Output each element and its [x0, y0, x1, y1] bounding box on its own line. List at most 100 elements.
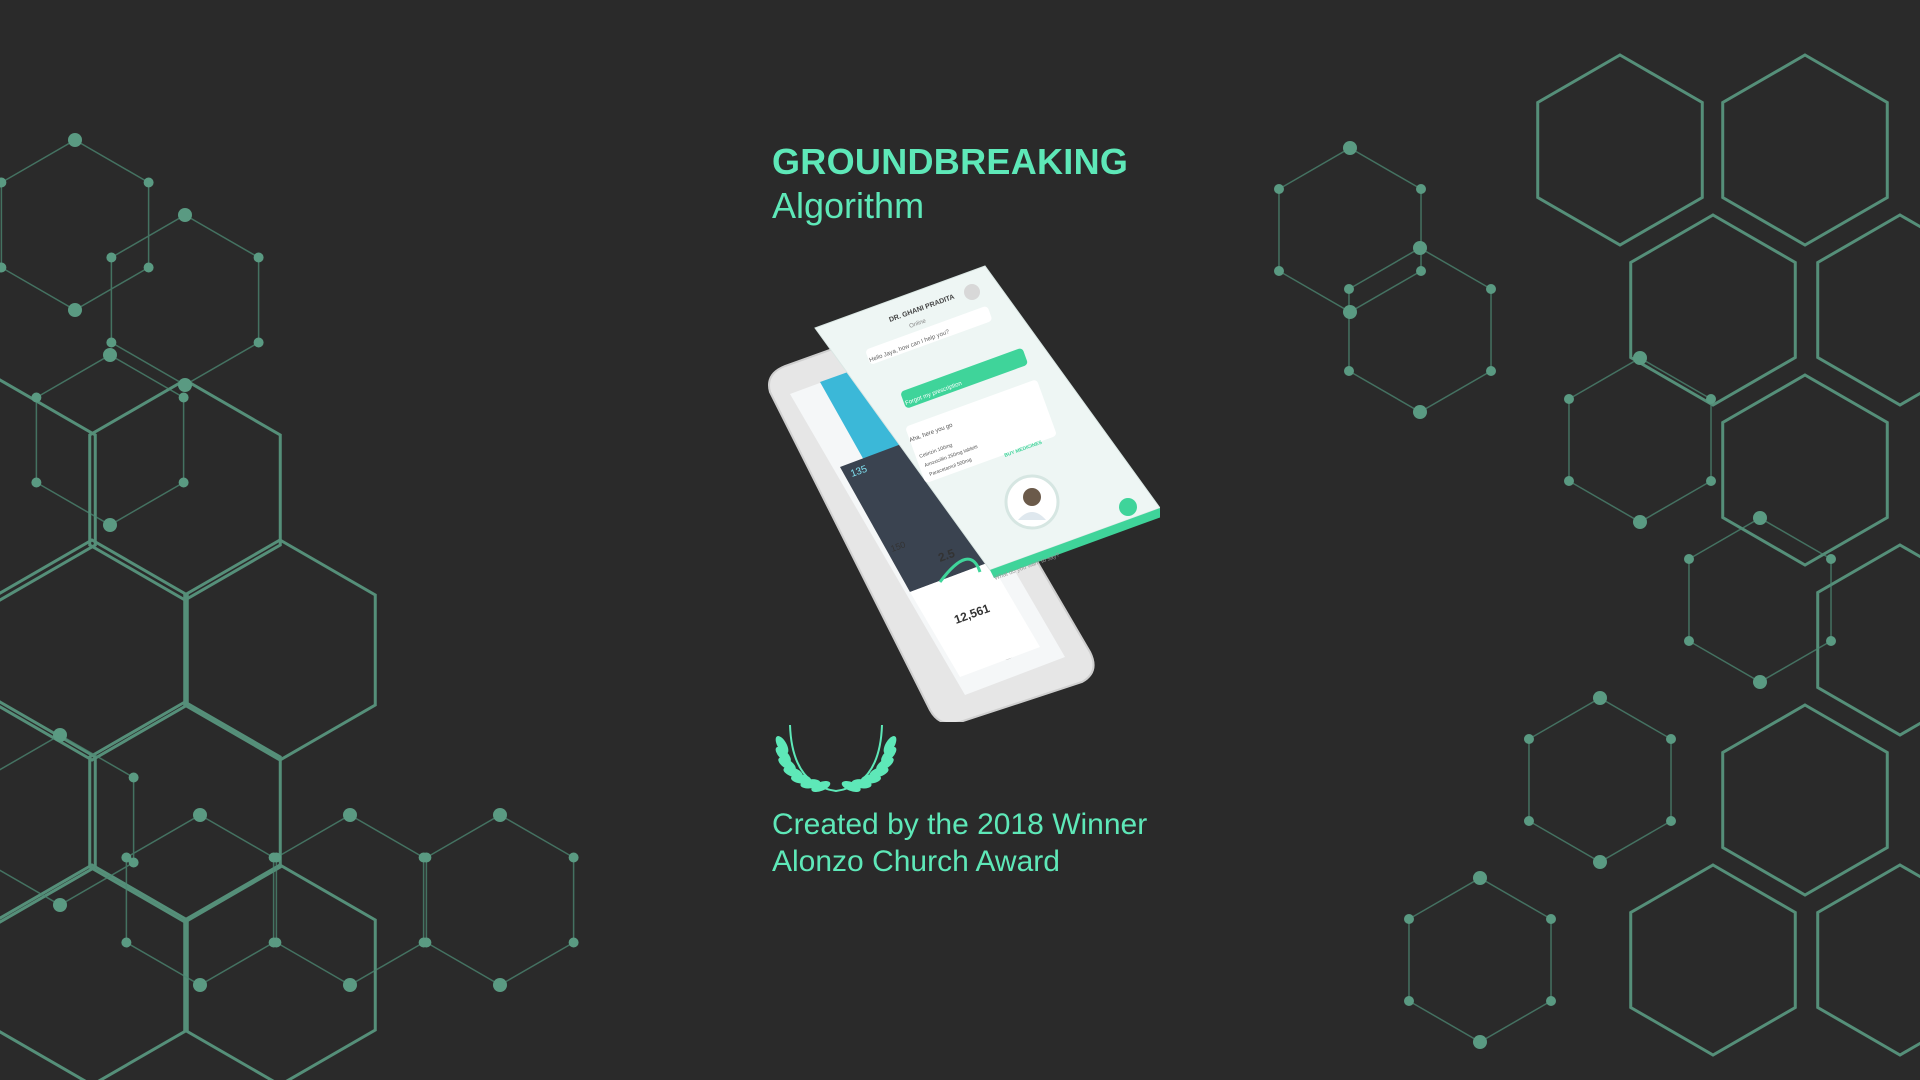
network-node: [1683, 636, 1694, 646]
hexagon-shape: [88, 700, 282, 924]
network-node: [1343, 305, 1357, 319]
network-node: [1273, 266, 1284, 276]
network-node: [493, 978, 507, 992]
hexagon-shape: [1629, 213, 1797, 407]
network-node: [1826, 554, 1837, 564]
network-node: [178, 378, 192, 392]
network-node: [1473, 1035, 1487, 1049]
hexagon-shape: [183, 538, 377, 762]
network-node: [178, 477, 189, 488]
network-node: [178, 392, 189, 403]
network-node: [178, 208, 192, 222]
send-icon: [1119, 498, 1137, 516]
doctor-avatar-small: [964, 284, 980, 300]
network-node: [128, 772, 139, 783]
network-node: [268, 852, 279, 863]
network-node: [1753, 511, 1767, 525]
network-node: [493, 808, 507, 822]
network-node: [421, 937, 432, 948]
network-node: [1546, 914, 1557, 924]
hexagon-shape: [1688, 517, 1832, 683]
hexagon-shape: [275, 814, 425, 986]
network-node: [1826, 636, 1837, 646]
network-node: [1563, 394, 1574, 404]
network-node: [1523, 734, 1534, 744]
network-node: [1633, 351, 1647, 365]
network-node: [1706, 394, 1717, 404]
network-node: [1706, 476, 1717, 486]
award-line-1: Created by the 2018 Winner: [772, 808, 1148, 841]
award-line-2: Alonzo Church Award: [772, 845, 1060, 878]
network-node: [253, 252, 264, 263]
network-node: [193, 978, 207, 992]
network-node: [1413, 405, 1427, 419]
network-node: [193, 808, 207, 822]
headline-subtitle: Algorithm: [772, 185, 925, 226]
network-node: [343, 978, 357, 992]
network-node: [103, 518, 117, 532]
network-node: [268, 937, 279, 948]
network-node: [106, 337, 117, 348]
network-node: [103, 348, 117, 362]
hexagon-shape: [1721, 703, 1889, 897]
hexagon-shape: [110, 214, 260, 386]
network-node: [1403, 996, 1414, 1006]
headline: GROUNDBREAKING Algorithm: [772, 140, 1128, 228]
network-node: [68, 303, 82, 317]
award-text: Created by the 2018 Winner Alonzo Church…: [772, 806, 1147, 880]
network-node: [143, 177, 154, 188]
network-node: [1416, 266, 1427, 276]
network-node: [128, 857, 139, 868]
hexagon-shape: [35, 354, 185, 526]
network-node: [106, 252, 117, 263]
network-node: [53, 728, 67, 742]
network-node: [31, 392, 42, 403]
network-node: [1273, 184, 1284, 194]
network-node: [421, 852, 432, 863]
headline-title: GROUNDBREAKING: [772, 141, 1129, 182]
network-node: [1683, 554, 1694, 564]
network-node: [0, 262, 7, 273]
network-node: [1343, 366, 1354, 376]
network-node: [1666, 734, 1677, 744]
network-node: [253, 337, 264, 348]
network-node: [1563, 476, 1574, 486]
hexagon-shape: [425, 814, 575, 986]
hexagon-shape: [0, 863, 189, 1080]
network-node: [1403, 914, 1414, 924]
network-node: [1473, 871, 1487, 885]
hexagon-shape: [1528, 697, 1672, 863]
network-node: [1546, 996, 1557, 1006]
laurel-wreath-icon: [775, 724, 897, 793]
hexagon-shape: [0, 538, 189, 762]
network-node: [53, 898, 67, 912]
hexagon-shape: [1721, 373, 1889, 567]
network-node: [0, 177, 7, 188]
network-node: [121, 937, 132, 948]
network-node: [1413, 241, 1427, 255]
hexagon-shape: [1816, 863, 1920, 1057]
network-node: [1753, 675, 1767, 689]
hexagon-shape: [1536, 53, 1704, 247]
hexagon-shape: [0, 139, 150, 311]
network-node: [1343, 141, 1357, 155]
network-node: [343, 808, 357, 822]
network-node: [1593, 855, 1607, 869]
network-node: [1593, 691, 1607, 705]
hexagon-shape: [1629, 863, 1797, 1057]
network-node: [1486, 284, 1497, 294]
network-node: [1633, 515, 1647, 529]
network-node: [1416, 184, 1427, 194]
network-node: [1666, 816, 1677, 826]
hexagon-shape: [1568, 357, 1712, 523]
app-mockup-illustration: 135 2.5 12,561 150 DR. GHANI PRADITA Onl…: [768, 265, 1160, 722]
hexagon-shape: [1721, 53, 1889, 247]
hexagon-shape: [1816, 213, 1920, 407]
network-node: [31, 477, 42, 488]
network-node: [1523, 816, 1534, 826]
network-node: [568, 852, 579, 863]
hexagon-shape: [1408, 877, 1552, 1043]
network-node: [568, 937, 579, 948]
hexagon-shape: [183, 863, 377, 1080]
network-node: [1486, 366, 1497, 376]
